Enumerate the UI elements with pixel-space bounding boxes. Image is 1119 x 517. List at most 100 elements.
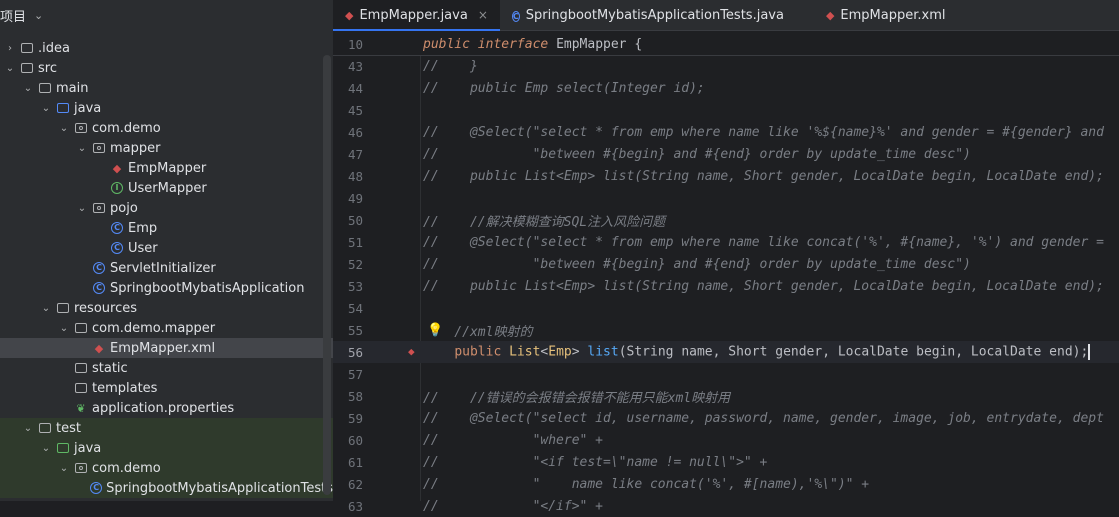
chevron-down-icon[interactable]: ⌄ <box>58 463 70 474</box>
code-line[interactable]: 58 // //错误的会报错会报错不能用只能xml映射用 <box>333 385 1119 407</box>
code-text: // @Select("select * from emp where name… <box>423 124 1104 140</box>
tree-item[interactable]: ⌄ test <box>0 418 333 438</box>
chevron-down-icon[interactable]: ⌄ <box>34 9 43 22</box>
chevron-down-icon[interactable]: ⌄ <box>40 443 52 454</box>
tree-item[interactable]: ◆ EmpMapper <box>0 158 333 178</box>
class-icon: C <box>92 262 106 274</box>
gutter <box>363 187 423 209</box>
tree-item[interactable]: ◆ EmpMapper.xml <box>0 338 333 358</box>
line-number: 56 <box>347 344 363 360</box>
tree-item[interactable]: I UserMapper <box>0 178 333 198</box>
gutter <box>363 451 423 473</box>
code-text: // public Emp select(Integer id); <box>423 80 705 96</box>
tree-item[interactable]: ⌄ main <box>0 78 333 98</box>
tree-item[interactable]: templates <box>0 378 333 398</box>
tree-item[interactable]: ❦ application.properties <box>0 398 333 418</box>
sticky-header-line[interactable]: 10 public interface EmpMapper { <box>333 33 1119 56</box>
tree-item[interactable]: C Emp <box>0 218 333 238</box>
code-line[interactable]: 51 // @Select("select * from emp where na… <box>333 231 1119 253</box>
chevron-down-icon[interactable]: ⌄ <box>76 203 88 214</box>
project-header[interactable]: 项目 ⌄ <box>0 0 333 30</box>
editor-tab[interactable]: C SpringbootMybatisApplicationTests.java <box>500 0 796 30</box>
tree-item[interactable]: › .idea <box>0 38 333 58</box>
tree-item[interactable]: ⌄ com.demo <box>0 118 333 138</box>
code-line[interactable]: 50 // //解决模糊查询SQL注入风险问题 <box>333 209 1119 231</box>
tree-item[interactable]: C SpringbootMybatisApplication <box>0 278 333 298</box>
chevron-down-icon[interactable]: ⌄ <box>58 323 70 334</box>
folder-icon <box>20 62 34 74</box>
chevron-down-icon[interactable]: ⌄ <box>4 63 16 74</box>
code-line[interactable]: 57 <box>333 363 1119 385</box>
code-line[interactable]: 48 // public List<Emp> list(String name, … <box>333 165 1119 187</box>
chevron-down-icon[interactable]: ⌄ <box>22 83 34 94</box>
editor-tab[interactable]: ◆ EmpMapper.java × <box>333 0 500 31</box>
sidebar-scrollbar[interactable] <box>323 55 331 495</box>
code-text: // "<if test=\"name != null\">" + <box>423 454 768 470</box>
code-line[interactable]: 46 // @Select("select * from emp where na… <box>333 121 1119 143</box>
resources-folder-icon <box>56 302 70 314</box>
code-line[interactable]: 62 // " name like concat('%', #[name),'%\… <box>333 473 1119 495</box>
line-number: 45 <box>347 102 363 118</box>
test-folder-icon <box>56 442 70 454</box>
tree-item-label: EmpMapper.xml <box>110 340 216 356</box>
code-line[interactable]: 53 // public List<Emp> list(String name, … <box>333 275 1119 297</box>
tree-item[interactable]: ⌄ src <box>0 58 333 78</box>
spring-class-icon: C <box>90 482 103 494</box>
chevron-down-icon[interactable]: ⌄ <box>22 423 34 434</box>
code-line[interactable]: 43 // } <box>333 55 1119 77</box>
tree-item[interactable]: ⌄ mapper <box>0 138 333 158</box>
tree-item[interactable]: ⌄ pojo <box>0 198 333 218</box>
code-text: // public List<Emp> list(String name, Sh… <box>423 278 1104 294</box>
tree-item-label: ServletInitializer <box>110 260 216 276</box>
line-number: 43 <box>347 58 363 74</box>
mybatis-gutter-icon[interactable]: ◆ <box>408 345 415 358</box>
tree-item[interactable]: C ServletInitializer <box>0 258 333 278</box>
lightbulb-icon[interactable]: 💡 <box>427 323 443 338</box>
code-line[interactable]: 56 ◆ public List<Emp> list(String name, S… <box>333 341 1119 363</box>
chevron-down-icon[interactable]: ⌄ <box>58 123 70 134</box>
mybatis-xml-icon: ◆ <box>825 8 835 22</box>
editor-tab[interactable]: ◆ EmpMapper.xml <box>814 0 958 30</box>
gutter <box>363 165 423 187</box>
gutter <box>363 143 423 165</box>
tree-item[interactable]: C SpringbootMybatisApplicationTests <box>0 478 333 498</box>
gutter <box>363 297 423 319</box>
tree-item[interactable]: static <box>0 358 333 378</box>
line-number: 48 <box>347 168 363 184</box>
tree-item[interactable]: ⌄ com.demo.mapper <box>0 318 333 338</box>
code-line[interactable]: 60 // "where" + <box>333 429 1119 451</box>
tree-item[interactable]: ⌄ com.demo <box>0 458 333 478</box>
code-line[interactable]: 63// "</if>" + <box>333 495 1119 517</box>
tree-item[interactable]: ⌄ java <box>0 98 333 118</box>
code-area[interactable]: 10 public interface EmpMapper { 43 // } 44… <box>333 33 1119 514</box>
chevron-right-icon[interactable]: › <box>4 43 16 54</box>
code-text: // @Select("select id, username, passwor… <box>423 410 1104 426</box>
code-line[interactable]: 61 // "<if test=\"name != null\">" + <box>333 451 1119 473</box>
code-line[interactable]: 45 <box>333 99 1119 121</box>
gutter <box>363 209 423 231</box>
tree-item-label: SpringbootMybatisApplicationTests <box>106 480 333 496</box>
code-line[interactable]: 54 <box>333 297 1119 319</box>
tree-item[interactable]: ⌄ resources <box>0 298 333 318</box>
tree-item-label: java <box>74 440 102 456</box>
interface-icon: I <box>110 182 124 194</box>
code-line[interactable]: 52 // "between #{begin} and #{end} order … <box>333 253 1119 275</box>
gutter: ◆ <box>363 341 423 363</box>
code-line[interactable]: 49 <box>333 187 1119 209</box>
tree-item-label: UserMapper <box>128 180 207 196</box>
close-icon[interactable]: × <box>478 8 488 22</box>
chevron-down-icon[interactable]: ⌄ <box>40 103 52 114</box>
code-line[interactable]: 47 // "between #{begin} and #{end} order … <box>333 143 1119 165</box>
tree-item[interactable]: ⌄ java <box>0 438 333 458</box>
gutter <box>363 253 423 275</box>
code-line[interactable]: 55 //xml映射的 💡 <box>333 319 1119 341</box>
chevron-down-icon[interactable]: ⌄ <box>76 143 88 154</box>
code-line[interactable]: 59 // @Select("select id, username, passw… <box>333 407 1119 429</box>
tree-item-label: application.properties <box>92 400 235 416</box>
chevron-down-icon[interactable]: ⌄ <box>40 303 52 314</box>
tree-item[interactable]: C User <box>0 238 333 258</box>
folder-icon <box>20 42 34 54</box>
properties-icon: ❦ <box>76 401 86 415</box>
code-line[interactable]: 44 // public Emp select(Integer id); <box>333 77 1119 99</box>
tree-item-label: static <box>92 360 128 376</box>
